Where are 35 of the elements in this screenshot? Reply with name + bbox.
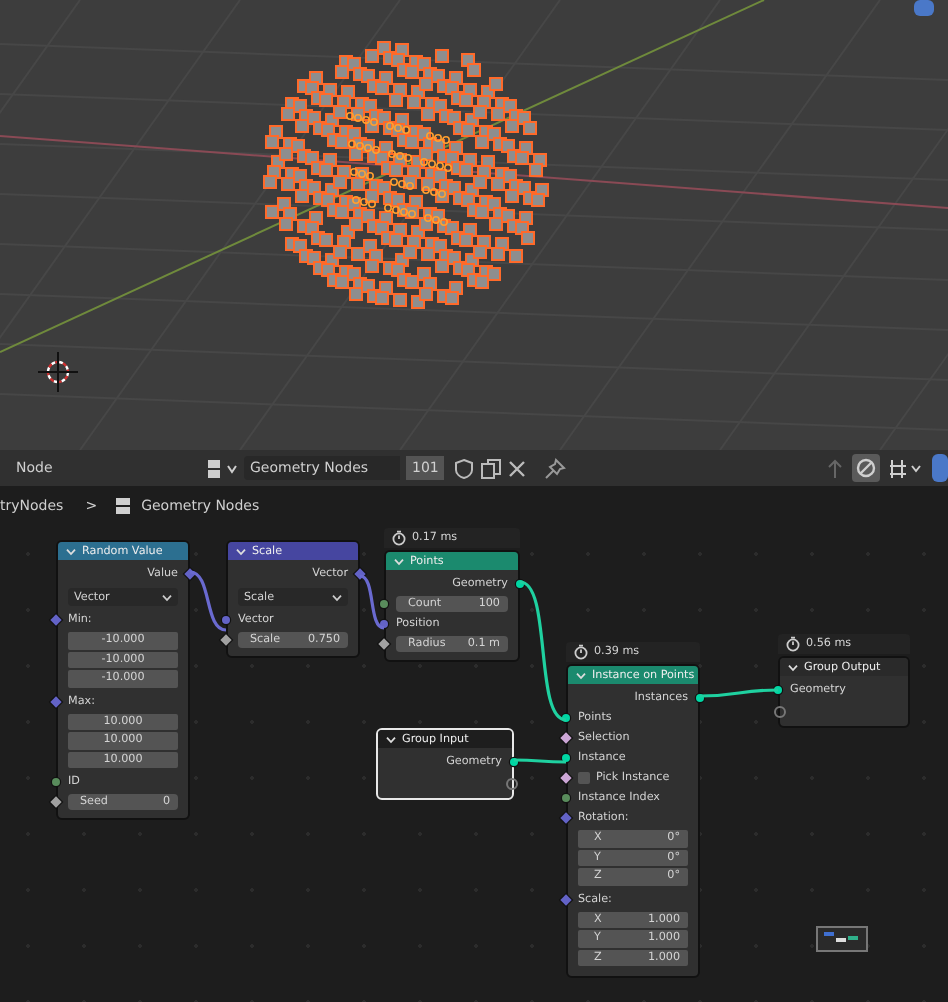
socket[interactable] (562, 754, 570, 762)
overlay-icon[interactable] (852, 454, 880, 482)
caret-icon (332, 594, 342, 602)
socket[interactable] (506, 778, 518, 790)
snap-icon[interactable] (888, 457, 924, 479)
caret-icon (162, 594, 172, 602)
copy-icon[interactable] (480, 457, 503, 479)
shield-icon[interactable] (454, 457, 475, 479)
node-link (699, 688, 779, 698)
socket[interactable] (516, 580, 524, 588)
socket[interactable] (50, 796, 62, 808)
stopwatch-icon (786, 636, 800, 652)
pin-icon[interactable] (544, 457, 567, 479)
socket[interactable] (774, 686, 782, 694)
collapse-icon[interactable] (788, 663, 798, 671)
toggle-icon[interactable] (932, 454, 948, 482)
stopwatch-icon (392, 530, 406, 546)
socket[interactable] (560, 732, 572, 744)
socket[interactable] (378, 638, 390, 650)
minimap-icon (816, 926, 868, 952)
collapse-icon[interactable] (236, 547, 246, 555)
close-icon[interactable] (508, 459, 527, 477)
node-tree-icon (113, 496, 132, 516)
node-link (359, 574, 385, 630)
socket[interactable] (562, 714, 570, 722)
node-link (514, 758, 566, 764)
stopwatch-icon (574, 644, 588, 660)
socket[interactable] (220, 634, 232, 646)
socket[interactable] (696, 694, 704, 702)
checkbox[interactable] (578, 772, 590, 784)
socket[interactable] (510, 758, 518, 766)
collapse-icon[interactable] (386, 735, 396, 743)
node-link (189, 570, 227, 632)
socket[interactable] (560, 772, 572, 784)
node-tree-icon[interactable] (206, 457, 238, 479)
